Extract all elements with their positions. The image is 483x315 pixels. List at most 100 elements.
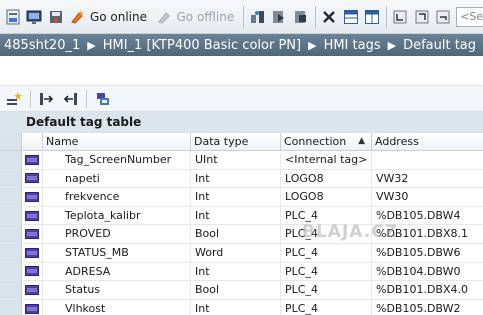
- address-cell[interactable]: VW32: [372, 170, 483, 188]
- column-header-data-type[interactable]: Data type: [191, 133, 281, 150]
- minimize-editor-icon[interactable]: [435, 6, 452, 28]
- data-type-cell[interactable]: Bool: [191, 281, 281, 299]
- row-selector[interactable]: [0, 151, 22, 169]
- address-cell[interactable]: %DB105.DBW6: [372, 244, 483, 262]
- address-cell[interactable]: [372, 151, 483, 169]
- go-online-icon[interactable]: [68, 6, 85, 28]
- tag-name-cell[interactable]: PROVED: [43, 225, 191, 243]
- tag-name-cell[interactable]: Teplota_kalibr: [43, 206, 191, 225]
- data-type-cell[interactable]: Int: [191, 262, 281, 281]
- tag-icon: [22, 169, 43, 188]
- row-selector[interactable]: [0, 169, 22, 188]
- start-simulation-icon[interactable]: [271, 6, 288, 28]
- search-input[interactable]: <Se: [456, 6, 483, 27]
- breadcrumb-item-hmi-tags[interactable]: HMI tags: [324, 38, 381, 53]
- breadcrumb: 485sht20_1 ▶ HMI_1 [KTP400 Basic color P…: [0, 34, 483, 56]
- add-tag-icon[interactable]: [4, 89, 24, 109]
- table-row[interactable]: Teplota_kalibr Int PLC_4 %DB105.DBW4: [0, 206, 483, 226]
- table-row[interactable]: frekvence Int LOGO8 VW30: [0, 188, 483, 207]
- monitor-icon[interactable]: [25, 6, 42, 28]
- sort-ascending-icon: ▲: [358, 136, 365, 146]
- go-offline-icon: [155, 6, 172, 28]
- connection-cell[interactable]: PLC_4: [281, 299, 372, 315]
- save-download-icon[interactable]: [47, 6, 64, 28]
- table-row[interactable]: napeti Int LOGO8 VW32: [0, 169, 483, 189]
- data-type-cell[interactable]: Bool: [191, 225, 281, 243]
- tag-icon: [22, 262, 43, 281]
- tag-properties-icon[interactable]: [93, 89, 113, 109]
- address-cell[interactable]: %DB105.DBW2: [372, 300, 483, 315]
- table-row[interactable]: ADRESA Int PLC_4 %DB104.DBW0: [0, 262, 483, 282]
- float-editor-icon[interactable]: [413, 6, 430, 28]
- table-header: Name Data type Connection ▲ Address: [0, 133, 483, 151]
- data-type-cell[interactable]: UInt: [191, 151, 281, 169]
- breadcrumb-item-project[interactable]: 485sht20_1: [4, 38, 80, 53]
- data-type-cell[interactable]: Int: [191, 188, 281, 206]
- editor-header-area: [0, 56, 483, 86]
- data-type-cell[interactable]: Word: [191, 243, 281, 262]
- table-row[interactable]: STATUS_MB Word PLC_4 %DB105.DBW6: [0, 243, 483, 263]
- toolbar-separator: [314, 5, 316, 28]
- cross-reference-icon[interactable]: [320, 6, 337, 28]
- address-cell[interactable]: VW30: [372, 188, 483, 206]
- connection-cell[interactable]: LOGO8: [281, 169, 372, 188]
- toolbar-separator: [86, 89, 87, 108]
- tag-icon: [22, 281, 43, 299]
- row-selector[interactable]: [0, 188, 22, 206]
- stop-simulation-icon[interactable]: [292, 6, 309, 28]
- address-cell[interactable]: %DB104.DBW0: [372, 263, 483, 281]
- tag-icon: [22, 206, 43, 225]
- tag-icon: [22, 151, 43, 169]
- tag-name-cell[interactable]: Tag_ScreenNumber: [43, 151, 191, 169]
- row-selector[interactable]: [0, 262, 22, 281]
- tag-name-cell[interactable]: STATUS_MB: [43, 243, 191, 262]
- table-body: Tag_ScreenNumber UInt <Internal tag> napeti…: [0, 151, 483, 315]
- row-selector[interactable]: [0, 281, 22, 299]
- data-type-cell[interactable]: Int: [191, 169, 281, 188]
- split-horizontal-icon[interactable]: [342, 6, 359, 28]
- breadcrumb-item-device[interactable]: HMI_1 [KTP400 Basic color PN]: [103, 38, 301, 53]
- export-icon[interactable]: [37, 89, 57, 109]
- connection-cell[interactable]: PLC_4: [281, 262, 372, 281]
- table-row[interactable]: Vlhkost Int PLC_4 %DB105.DBW2: [0, 299, 483, 315]
- split-vertical-icon[interactable]: [363, 6, 380, 28]
- row-selector[interactable]: [0, 225, 22, 243]
- tag-icon: [22, 243, 43, 262]
- row-selector[interactable]: [0, 299, 22, 315]
- tag-name-cell[interactable]: ADRESA: [43, 262, 191, 281]
- address-cell[interactable]: %DB101.DBX4.0: [372, 281, 483, 299]
- tag-name-cell[interactable]: Vlhkost: [43, 299, 191, 315]
- connection-cell[interactable]: <Internal tag>: [281, 151, 372, 169]
- chevron-right-icon: ▶: [387, 38, 397, 52]
- import-icon[interactable]: [60, 89, 80, 109]
- compile-icon[interactable]: [4, 6, 21, 28]
- go-offline-button: Go offline: [176, 9, 235, 24]
- tag-name-cell[interactable]: napeti: [43, 169, 191, 188]
- chevron-right-icon: ▶: [308, 38, 317, 52]
- breadcrumb-item-tag-table[interactable]: Default tag: [403, 38, 476, 53]
- data-type-cell[interactable]: Int: [191, 206, 281, 225]
- table-row[interactable]: Tag_ScreenNumber UInt <Internal tag>: [0, 151, 483, 170]
- chevron-right-icon: ▶: [87, 38, 96, 52]
- icon-column-header: [22, 133, 43, 150]
- go-online-button[interactable]: Go online: [90, 10, 147, 24]
- tag-icon: [22, 225, 43, 243]
- table-row[interactable]: Status Bool PLC_4 %DB101.DBX4.0: [0, 281, 483, 300]
- tag-name-cell[interactable]: Status: [43, 281, 191, 299]
- connection-cell[interactable]: PLC_4: [281, 243, 372, 262]
- column-header-name[interactable]: Name: [43, 133, 191, 150]
- connection-cell[interactable]: PLC_4: [281, 281, 372, 299]
- data-type-cell[interactable]: Int: [191, 299, 281, 315]
- select-all-corner[interactable]: [0, 133, 22, 150]
- column-header-address[interactable]: Address: [372, 133, 483, 150]
- column-header-connection[interactable]: Connection ▲: [281, 133, 372, 150]
- table-row[interactable]: PROVED Bool PLC_4 %DB101.DBX8.1: [0, 225, 483, 244]
- tag-table: Name Data type Connection ▲ Address Tag_S…: [0, 133, 483, 315]
- tag-name-cell[interactable]: frekvence: [43, 188, 191, 206]
- row-selector[interactable]: [0, 206, 22, 225]
- watermark: BLAJA.CZ: [302, 222, 399, 242]
- connection-cell[interactable]: LOGO8: [281, 188, 372, 206]
- accessible-devices-icon[interactable]: [249, 6, 266, 28]
- maximize-editor-icon[interactable]: [392, 6, 409, 28]
- row-selector[interactable]: [0, 243, 22, 262]
